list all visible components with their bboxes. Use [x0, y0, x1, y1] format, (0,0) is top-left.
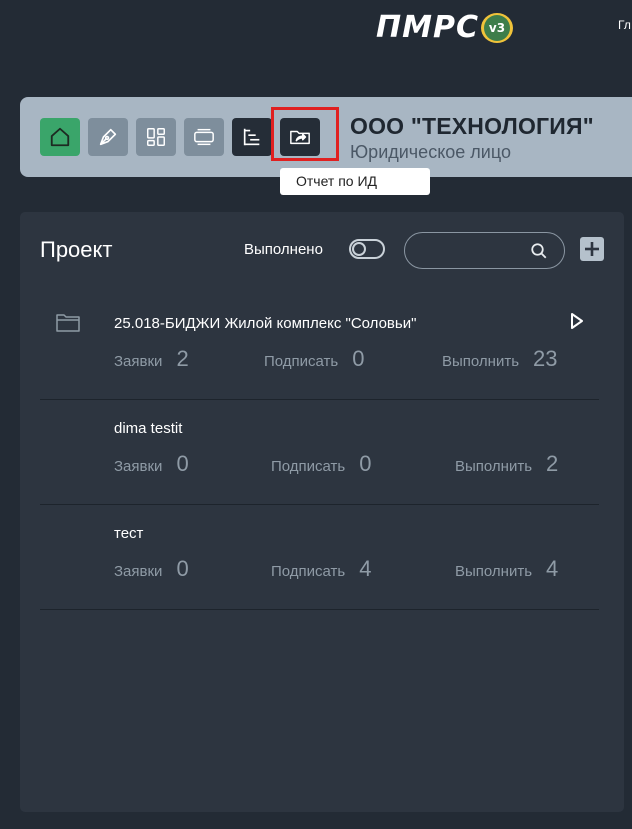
tree-list-icon — [243, 128, 260, 146]
stat-sign: Подписать 4 — [271, 556, 372, 582]
stat-requests: Заявки 2 — [114, 346, 189, 372]
stat-label: Заявки — [114, 563, 163, 580]
stat-value: 0 — [352, 346, 365, 371]
stat-execute: Выполнить 2 — [455, 451, 558, 477]
dashboard-icon — [147, 128, 165, 146]
company-type: Юридическое лицо — [350, 142, 511, 162]
toggle-knob — [352, 242, 366, 256]
logo-version-badge: v3 — [480, 12, 513, 43]
layers-icon — [194, 128, 214, 146]
project-name[interactable]: dima testit — [114, 420, 182, 437]
add-project-button[interactable] — [580, 237, 604, 261]
project-name[interactable]: тест — [114, 525, 143, 542]
stat-value: 4 — [546, 556, 559, 581]
stat-value: 2 — [176, 346, 189, 371]
search-icon — [531, 243, 547, 259]
search-input[interactable] — [404, 232, 565, 269]
tooltip: Отчет по ИД — [280, 168, 430, 195]
stat-value: 2 — [546, 451, 559, 476]
stat-value: 4 — [359, 556, 372, 581]
project-row[interactable]: dima testit Заявки 0 Подписать 0 Выполни… — [40, 399, 599, 505]
stat-label: Подписать — [271, 563, 346, 580]
done-filter-label: Выполнено — [244, 241, 323, 258]
folder-icon — [56, 314, 80, 332]
stat-label: Выполнить — [455, 458, 533, 475]
sign-button[interactable] — [88, 118, 128, 156]
stat-label: Выполнить — [442, 353, 520, 370]
highlight-frame — [271, 107, 339, 161]
top-bar: ПМРС v3 Гл — [0, 0, 632, 60]
logo-text: ПМРС — [376, 10, 479, 45]
stat-label: Выполнить — [455, 563, 533, 580]
project-panel: Проект Выполнено 25.018-БИДЖИ Жилой комп… — [20, 212, 624, 812]
stat-label: Подписать — [264, 353, 339, 370]
structure-button[interactable] — [232, 118, 272, 156]
logo-version: v3 — [483, 14, 510, 41]
stat-execute: Выполнить 23 — [442, 346, 558, 372]
stat-label: Заявки — [114, 458, 163, 475]
stat-value: 0 — [359, 451, 372, 476]
company-info: ООО "ТЕХНОЛОГИЯ" Юридическое лицо — [350, 113, 594, 163]
stat-requests: Заявки 0 — [114, 451, 189, 477]
dashboard-button[interactable] — [136, 118, 176, 156]
home-button[interactable] — [40, 118, 80, 156]
project-name[interactable]: 25.018-БИДЖИ Жилой комплекс "Соловьи" — [114, 315, 416, 332]
stat-execute: Выполнить 4 — [455, 556, 558, 582]
panel-title: Проект — [40, 237, 113, 262]
stat-value: 0 — [176, 451, 189, 476]
layers-button[interactable] — [184, 118, 224, 156]
company-name: ООО "ТЕХНОЛОГИЯ" — [350, 113, 594, 139]
done-toggle[interactable] — [349, 239, 385, 259]
stat-sign: Подписать 0 — [271, 451, 372, 477]
stat-requests: Заявки 0 — [114, 556, 189, 582]
stat-label: Подписать — [271, 458, 346, 475]
stat-sign: Подписать 0 — [264, 346, 365, 372]
stat-label: Заявки — [114, 353, 163, 370]
top-nav-link[interactable]: Гл — [618, 18, 631, 32]
project-row[interactable]: тест Заявки 0 Подписать 4 Выполнить 4 — [40, 504, 599, 610]
play-icon[interactable] — [570, 312, 584, 330]
app-logo[interactable]: ПМРС v3 — [376, 10, 513, 45]
plus-icon — [585, 242, 599, 256]
project-row[interactable]: 25.018-БИДЖИ Жилой комплекс "Соловьи" За… — [40, 294, 599, 400]
pen-icon — [99, 128, 117, 146]
stat-value: 23 — [533, 346, 558, 371]
stat-value: 0 — [176, 556, 189, 581]
home-icon — [50, 127, 70, 147]
